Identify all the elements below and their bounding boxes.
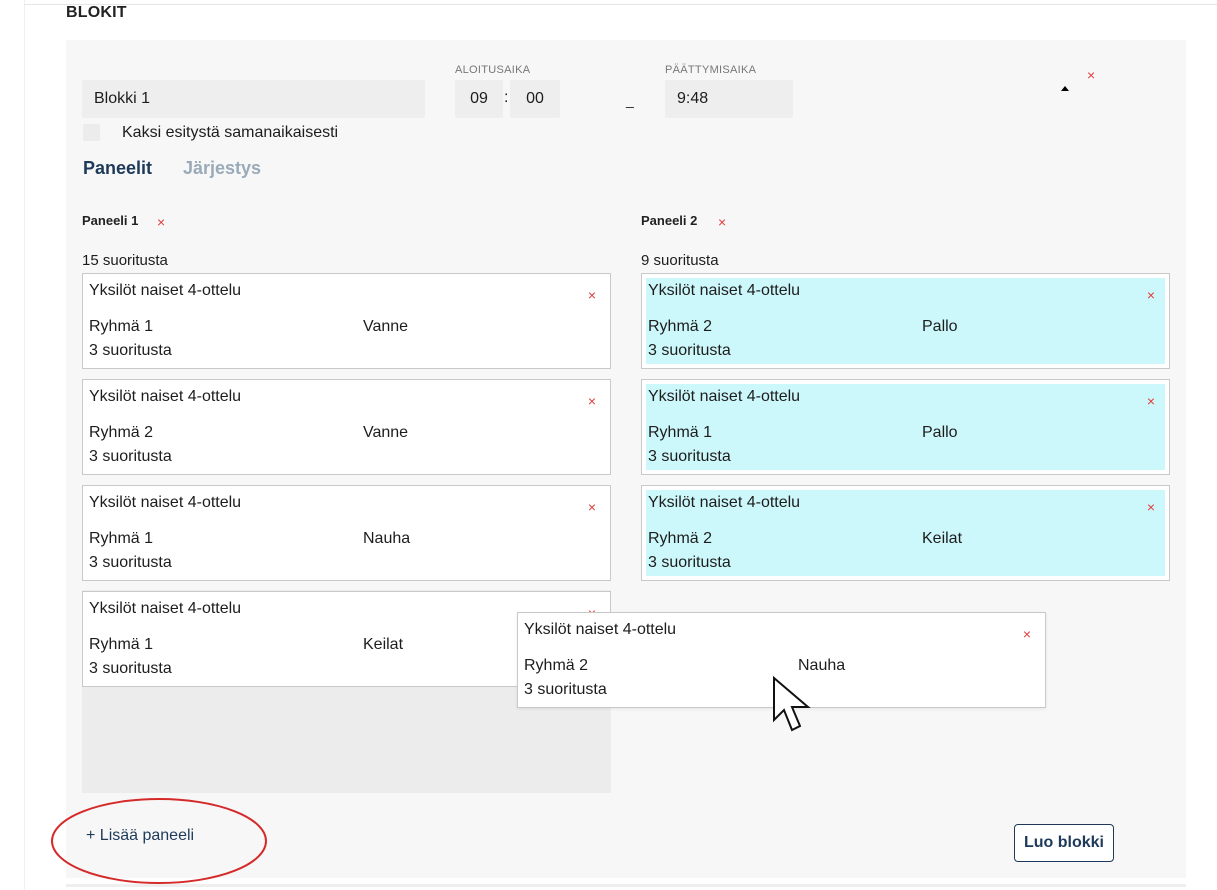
mouse-pointer-icon	[773, 676, 811, 732]
card-count: 3 suoritusta	[89, 448, 172, 465]
remove-card-icon[interactable]: ×	[1023, 627, 1031, 641]
performance-card[interactable]: Yksilöt naiset 4-ottelu Ryhmä 1 Nauha 3 …	[82, 485, 611, 581]
card-apparatus: Vanne	[363, 424, 409, 441]
card-body: Yksilöt naiset 4-ottelu Ryhmä 1 Nauha 3 …	[87, 490, 606, 576]
performance-card[interactable]: Yksilöt naiset 4-ottelu Ryhmä 2 Keilat 3…	[641, 485, 1170, 581]
top-divider	[24, 4, 1217, 5]
card-group: Ryhmä 1	[89, 636, 154, 653]
simultaneous-checkbox[interactable]	[83, 124, 100, 141]
card-count: 3 suoritusta	[648, 342, 731, 359]
create-block-button[interactable]: Luo blokki	[1014, 824, 1114, 862]
card-count: 3 suoritusta	[89, 342, 172, 359]
performance-card[interactable]: Yksilöt naiset 4-ottelu Ryhmä 2 Vanne 3 …	[82, 379, 611, 475]
card-apparatus: Pallo	[922, 318, 958, 335]
card-group: Ryhmä 1	[89, 530, 154, 547]
performance-card[interactable]: Yksilöt naiset 4-ottelu Ryhmä 2 Pallo 3 …	[641, 273, 1170, 369]
card-title: Yksilöt naiset 4-ottelu	[89, 494, 242, 511]
card-body: Yksilöt naiset 4-ottelu Ryhmä 2 Vanne 3 …	[87, 384, 606, 470]
card-count: 3 suoritusta	[524, 681, 607, 698]
start-minute-input[interactable]: 00	[510, 80, 560, 118]
section-title: BLOKIT	[66, 4, 127, 21]
panel-2-title: Paneeli 2	[641, 213, 698, 228]
performance-card[interactable]: Yksilöt naiset 4-ottelu Ryhmä 1 Vanne 3 …	[82, 273, 611, 369]
tab-order[interactable]: Järjestys	[183, 158, 261, 179]
end-time-field: 9:48	[665, 80, 793, 118]
remove-card-icon[interactable]: ×	[588, 500, 596, 514]
card-group: Ryhmä 2	[524, 657, 589, 674]
caret-up-icon[interactable]	[1061, 86, 1069, 91]
card-count: 3 suoritusta	[648, 554, 731, 571]
panel-1-count: 15 suoritusta	[82, 252, 168, 269]
card-group: Ryhmä 1	[648, 424, 713, 441]
remove-card-icon[interactable]: ×	[588, 288, 596, 302]
remove-card-icon[interactable]: ×	[1147, 288, 1155, 302]
card-group: Ryhmä 2	[648, 318, 713, 335]
card-count: 3 suoritusta	[89, 660, 172, 677]
panel-1-title: Paneeli 1	[82, 213, 139, 228]
card-title: Yksilöt naiset 4-ottelu	[648, 494, 801, 511]
card-body: Yksilöt naiset 4-ottelu Ryhmä 2 Pallo 3 …	[646, 278, 1165, 364]
card-title: Yksilöt naiset 4-ottelu	[524, 621, 677, 638]
start-time-label: ALOITUSAIKA	[455, 64, 531, 76]
block-name-input[interactable]: Blokki 1	[82, 80, 425, 118]
card-body: Yksilöt naiset 4-ottelu Ryhmä 2 Keilat 3…	[646, 490, 1165, 576]
performance-card[interactable]: Yksilöt naiset 4-ottelu Ryhmä 1 Pallo 3 …	[641, 379, 1170, 475]
card-title: Yksilöt naiset 4-ottelu	[89, 282, 242, 299]
remove-card-icon[interactable]: ×	[1147, 394, 1155, 408]
card-apparatus: Nauha	[363, 530, 411, 547]
card-body: Yksilöt naiset 4-ottelu Ryhmä 1 Pallo 3 …	[646, 384, 1165, 470]
card-group: Ryhmä 1	[89, 318, 154, 335]
card-apparatus: Keilat	[363, 636, 404, 653]
card-group: Ryhmä 2	[89, 424, 154, 441]
card-apparatus: Nauha	[798, 657, 846, 674]
card-count: 3 suoritusta	[648, 448, 731, 465]
annotation-ellipse	[51, 798, 267, 884]
time-range-dash: _	[626, 92, 634, 108]
remove-card-icon[interactable]: ×	[588, 394, 596, 408]
remove-panel-1-icon[interactable]: ×	[157, 215, 165, 229]
card-apparatus: Pallo	[922, 424, 958, 441]
remove-panel-2-icon[interactable]: ×	[718, 215, 726, 229]
card-group: Ryhmä 2	[648, 530, 713, 547]
card-apparatus: Vanne	[363, 318, 409, 335]
card-title: Yksilöt naiset 4-ottelu	[648, 282, 801, 299]
time-separator: :	[504, 89, 509, 106]
card-apparatus: Keilat	[922, 530, 963, 547]
end-time-label: PÄÄTTYMISAIKA	[665, 64, 757, 76]
card-body: Yksilöt naiset 4-ottelu Ryhmä 1 Vanne 3 …	[87, 278, 606, 364]
remove-card-icon[interactable]: ×	[1147, 500, 1155, 514]
panel-2-count: 9 suoritusta	[641, 252, 719, 269]
bottom-divider	[66, 884, 1186, 887]
card-count: 3 suoritusta	[89, 554, 172, 571]
remove-block-icon[interactable]: ×	[1087, 68, 1095, 82]
start-hour-input[interactable]: 09	[455, 80, 503, 118]
card-title: Yksilöt naiset 4-ottelu	[89, 600, 242, 617]
card-title: Yksilöt naiset 4-ottelu	[648, 388, 801, 405]
tab-panels[interactable]: Paneelit	[83, 158, 152, 179]
page-left-border	[24, 0, 25, 890]
card-title: Yksilöt naiset 4-ottelu	[89, 388, 242, 405]
simultaneous-label: Kaksi esitystä samanaikaisesti	[122, 124, 339, 141]
